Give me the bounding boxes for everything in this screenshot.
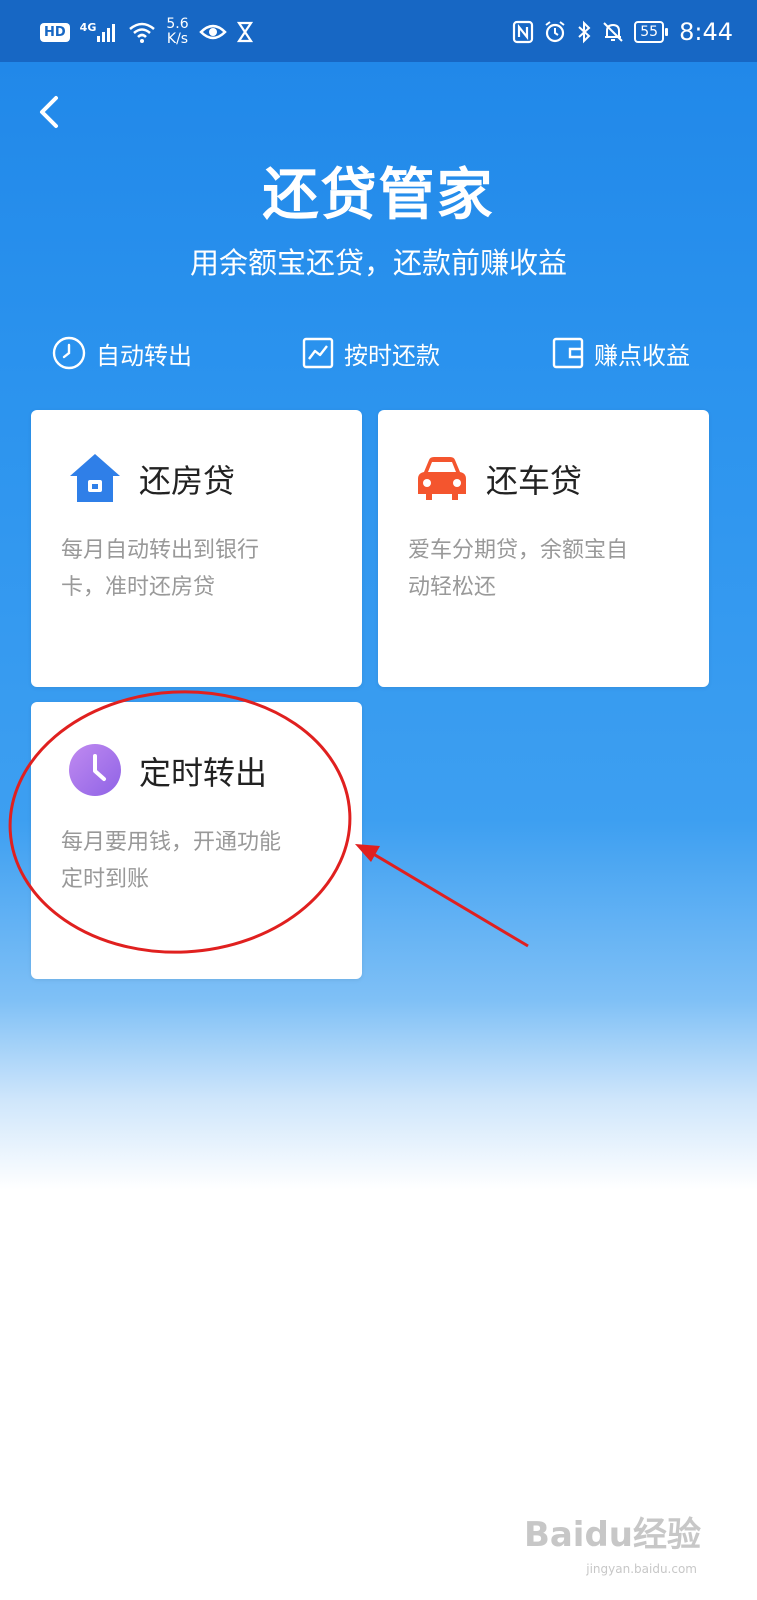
card-car-loan[interactable]: 还车贷 爱车分期贷，余额宝自 动轻松还 — [378, 410, 709, 687]
card-description: 每月要用钱，开通功能 定时到账 — [61, 824, 341, 898]
network-speed-unit: K/s — [166, 31, 189, 47]
house-icon — [70, 454, 120, 502]
chart-outline-icon — [302, 337, 334, 369]
wallet-outline-icon — [552, 337, 584, 369]
page-title: 还贷管家 — [262, 163, 495, 228]
feature-label: 自动转出 — [96, 341, 192, 370]
battery-indicator: 55 — [634, 21, 668, 43]
card-description-line: 卡，准时还房贷 — [61, 575, 216, 600]
back-arrow-icon[interactable] — [30, 92, 70, 132]
hd-badge: HD — [40, 22, 70, 42]
feature-label: 按时还款 — [344, 341, 440, 370]
card-description: 每月自动转出到银行 卡，准时还房贷 — [61, 532, 341, 606]
feature-earn-income: 赚点收益 — [552, 333, 690, 373]
car-icon — [418, 457, 466, 500]
wifi-icon — [129, 22, 156, 43]
network-type: 4G — [79, 21, 97, 34]
card-description-line: 每月自动转出到银行 — [61, 538, 260, 563]
mute-bell-icon — [603, 22, 623, 42]
card-description-line: 定时到账 — [61, 867, 150, 892]
baidu-watermark: Baidu经验 — [523, 1515, 701, 1555]
card-description-line: 动轻松还 — [408, 575, 497, 600]
feature-auto-transfer: 自动转出 — [52, 333, 192, 373]
nfc-icon — [513, 20, 534, 44]
feature-on-time-repay: 按时还款 — [302, 333, 440, 373]
clock-outline-icon — [52, 336, 86, 370]
network-speed-value: 5.6 — [166, 16, 189, 32]
network-speed: 5.6 K/s — [166, 17, 188, 47]
card-house-loan[interactable]: 还房贷 每月自动转出到银行 卡，准时还房贷 — [31, 410, 362, 687]
card-scheduled-transfer[interactable]: 定时转出 每月要用钱，开通功能 定时到账 — [31, 702, 362, 979]
baidu-watermark-url: jingyan.baidu.com — [586, 1562, 697, 1576]
alarm-icon — [545, 21, 565, 43]
feature-label: 赚点收益 — [594, 341, 690, 370]
status-time: 8:44 — [679, 18, 733, 46]
card-description: 爱车分期贷，余额宝自 动轻松还 — [408, 532, 688, 606]
page-subtitle: 用余额宝还贷，还款前赚收益 — [189, 246, 567, 280]
card-description-line: 爱车分期贷，余额宝自 — [408, 538, 629, 563]
status-bar: HD 4G 5.6 K/s 55 8:44 — [0, 0, 757, 62]
status-bar-left: HD 4G 5.6 K/s — [40, 12, 253, 52]
card-title: 定时转出 — [139, 754, 268, 792]
card-description-line: 每月要用钱，开通功能 — [61, 830, 282, 855]
bluetooth-icon — [578, 20, 591, 44]
hourglass-icon — [236, 21, 253, 43]
card-title: 还房贷 — [139, 462, 236, 500]
clock-icon — [69, 744, 121, 796]
status-bar-right: 55 8:44 — [512, 12, 733, 52]
cell-signal-icon: 4G — [79, 21, 119, 42]
card-title: 还车贷 — [486, 462, 583, 500]
eye-icon — [198, 24, 227, 40]
